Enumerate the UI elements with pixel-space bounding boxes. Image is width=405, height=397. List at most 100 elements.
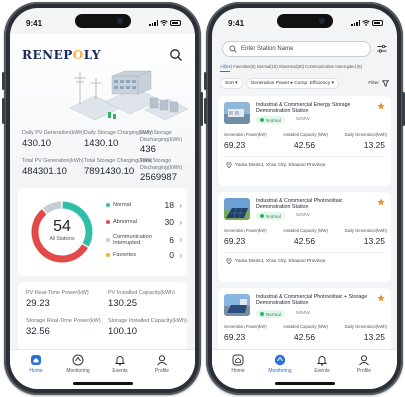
dynamic-island — [276, 14, 333, 28]
status-filter-tabs[interactable]: All(54) Favorites(0) Normal(18) Abnormal… — [220, 64, 393, 69]
power-card: PV Real-Time Power(kW) 29.23 PV Installe… — [18, 282, 187, 350]
donut-total: 54 — [53, 218, 71, 235]
profile-icon — [157, 355, 167, 366]
phone-monitoring: 9:41 Enter Station Name All(54) Favorite… — [204, 2, 405, 395]
station-address: Yanta District, Xi'an City, Shaanxi Prov… — [226, 258, 326, 264]
donut-caption: All Stations — [49, 236, 75, 242]
station-thumbnail — [224, 294, 250, 316]
sort-field-dropdown[interactable]: Generation Power ▸ Comp. Efficiency ▾ — [245, 77, 339, 89]
home-icon — [232, 354, 244, 366]
station-status-card: 54 All Stations Normal 18 › Abnormal 30 … — [18, 188, 187, 276]
station-card[interactable]: Industrial & Commercial Energy Storage D… — [218, 96, 391, 186]
search-icon — [229, 45, 237, 53]
status-badge: Normal — [256, 310, 285, 318]
chevron-right-icon: › — [179, 235, 182, 244]
bottom-tab-bar: Home Monitoring Events Profile — [10, 349, 195, 389]
home-screen: 9:41 RENEPOLY Daily PV Generation(kWh) 4… — [10, 8, 195, 389]
brand-logo: RENEPOLY — [22, 48, 101, 62]
station-metric-labels: Generation Power(kW) Installed Capacity (… — [224, 228, 387, 233]
star-icon[interactable] — [377, 198, 385, 206]
station-search-input[interactable]: Enter Station Name — [222, 41, 371, 57]
funnel-icon — [382, 79, 389, 87]
station-thumbnail — [224, 102, 250, 124]
station-metric-values: 69.23 42.56 13.25 — [224, 332, 385, 342]
chevron-right-icon: › — [179, 250, 182, 260]
station-address: Yanta District, Xi'an City, Shaanxi Prov… — [226, 162, 326, 168]
tab-monitoring[interactable]: Monitoring — [60, 354, 96, 374]
legend-dot — [106, 220, 110, 224]
station-rated-capacity: 50MW — [296, 117, 310, 122]
pv-realtime-power: PV Real-Time Power(kW) 29.23 — [26, 290, 89, 309]
metric-total-discharging: Total Storage Discharging(kWh) 2569987 — [140, 158, 183, 183]
monitoring-screen: 9:41 Enter Station Name All(54) Favorite… — [212, 8, 397, 389]
bell-icon — [114, 356, 126, 366]
legend-communication-interrupted[interactable]: Communication Interrupted 6 › — [106, 234, 182, 246]
legend-favorites[interactable]: Favorites 0 › — [106, 250, 182, 260]
divider — [224, 156, 385, 157]
legend-normal[interactable]: Normal 18 › — [106, 200, 182, 210]
dynamic-island — [74, 14, 131, 28]
station-rated-capacity: 50MW — [296, 213, 310, 218]
metric-total-pv: Total PV Generation(kWh) 484301.10 — [22, 158, 84, 177]
status-badge: Normal — [256, 116, 285, 124]
station-metric-values: 69.23 42.56 13.25 — [224, 236, 385, 246]
station-metric-labels: Generation Power(kW) Installed Capacity (… — [224, 132, 387, 137]
chevron-right-icon: › — [179, 217, 182, 227]
tab-events[interactable]: Events — [102, 354, 138, 374]
home-indicator — [72, 382, 133, 385]
tab-monitoring[interactable]: Monitoring — [262, 354, 298, 374]
metric-daily-pv: Daily PV Generation(kWh) 430.10 — [22, 130, 85, 149]
station-thumbnail — [224, 198, 250, 220]
tab-all: All(54) — [220, 64, 233, 69]
tab-profile[interactable]: Profile — [144, 354, 180, 374]
status-time: 9:41 — [26, 18, 43, 28]
station-card[interactable]: Industrial & Commercial Photovoltaic Dem… — [218, 192, 391, 282]
battery-icon — [170, 20, 181, 26]
settings-sliders-icon[interactable] — [377, 44, 387, 54]
tab-home[interactable]: Home — [18, 354, 54, 374]
signal-icon — [149, 20, 158, 26]
canvas: 9:41 RENEPOLY Daily PV Generation(kWh) 4… — [0, 0, 405, 397]
profile-icon — [359, 355, 369, 366]
station-metric-labels: Generation Power(kW) Installed Capacity (… — [224, 324, 387, 329]
bottom-tab-bar: Home Monitoring Events Profile — [212, 349, 397, 389]
wifi-icon — [362, 20, 370, 26]
phone-side-button — [204, 72, 207, 90]
monitoring-icon — [72, 354, 84, 366]
wifi-icon — [160, 20, 168, 26]
station-rated-capacity: 50MW — [296, 311, 310, 316]
donut-segment-communication-interrupted[interactable] — [42, 201, 62, 214]
signal-icon — [351, 20, 360, 26]
phone-home: 9:41 RENEPOLY Daily PV Generation(kWh) 4… — [2, 2, 203, 395]
active-tab-underline — [220, 71, 230, 72]
tab-profile[interactable]: Profile — [346, 354, 382, 374]
sort-bar: Sort ▾ Generation Power ▸ Comp. Efficien… — [220, 76, 389, 90]
station-name: Industrial & Commercial Photovoltaic + S… — [256, 294, 368, 307]
legend-abnormal[interactable]: Abnormal 30 › — [106, 217, 182, 227]
sort-button[interactable]: Sort ▾ — [220, 77, 243, 89]
legend-dot — [106, 238, 110, 242]
station-card[interactable]: Industrial & Commercial Photovoltaic + S… — [218, 288, 391, 352]
status-time: 9:41 — [228, 18, 245, 28]
station-name: Industrial & Commercial Photovoltaic Dem… — [256, 198, 343, 211]
search-icon[interactable] — [169, 48, 183, 62]
bell-icon — [316, 356, 328, 366]
monitoring-icon — [274, 354, 286, 366]
tab-others: Favorites(0) Normal(18) Abnormal(30) Com… — [232, 64, 362, 69]
divider — [224, 252, 385, 253]
filter-button[interactable]: Filter — [368, 79, 389, 87]
storage-realtime-power: Storage Real-Time Power(kW) 32.56 — [26, 318, 101, 337]
location-pin-icon — [226, 258, 232, 264]
tab-events[interactable]: Events — [304, 354, 340, 374]
station-metric-values: 69.23 42.56 13.25 — [224, 140, 385, 150]
pv-installed-capacity: PV Installed Capacity(kWh) 130.25 — [108, 290, 175, 309]
phone-side-button — [204, 98, 207, 124]
star-icon[interactable] — [377, 294, 385, 302]
phone-power-button — [200, 92, 203, 126]
chevron-right-icon: › — [179, 200, 182, 210]
status-badge: Normal — [256, 212, 285, 220]
tab-home[interactable]: Home — [220, 354, 256, 374]
station-name: Industrial & Commercial Energy Storage D… — [256, 102, 351, 115]
storage-installed-capacity: Storage Installed Capacity(kWh) 100.10 — [108, 318, 187, 337]
star-icon[interactable] — [377, 102, 385, 110]
